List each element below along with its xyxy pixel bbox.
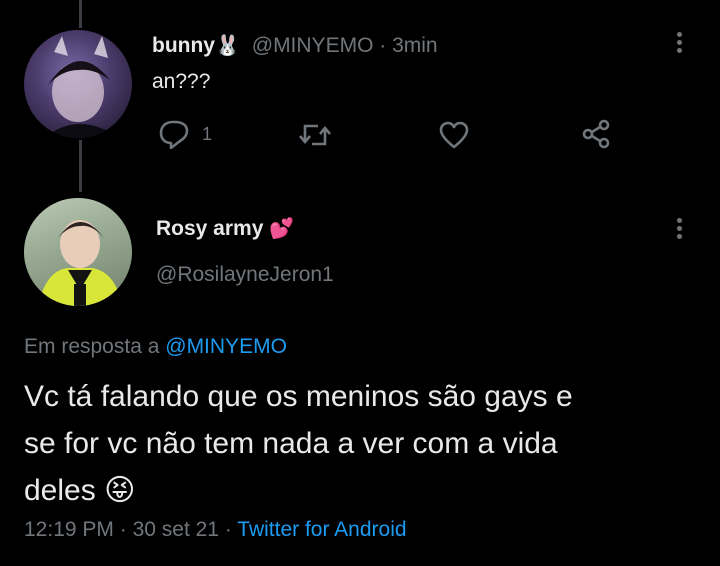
- separator-dot: ·: [119, 518, 127, 541]
- avatar[interactable]: [24, 30, 132, 138]
- thread-line-bottom: [79, 140, 82, 192]
- tweet-text-line: Vc tá falando que os meninos são gays e: [24, 380, 573, 413]
- user-handle[interactable]: @MINYEMO: [252, 34, 374, 57]
- tweet-metadata: 12:19 PM · 30 set 21 · Twitter for Andro…: [24, 518, 407, 542]
- retweet-icon: [298, 120, 332, 150]
- tweet-date[interactable]: 30 set 21: [133, 518, 219, 541]
- name-emoji: 💕: [269, 218, 295, 240]
- separator-dot: ·: [224, 518, 232, 541]
- avatar[interactable]: [24, 198, 132, 306]
- tweet-text-last-words: deles: [24, 474, 96, 507]
- avatar-image: [24, 198, 132, 306]
- avatar-image: [44, 36, 120, 138]
- tweet-text-line: deles 😝: [24, 467, 573, 514]
- main-tweet-name-row: Rosy army 💕: [156, 216, 294, 241]
- reply-count: 1: [202, 123, 213, 144]
- tweet-time[interactable]: 12:19 PM: [24, 518, 114, 541]
- reply-to-handle-link[interactable]: @MINYEMO: [165, 335, 287, 358]
- more-options-icon[interactable]: [677, 218, 683, 242]
- thread-line-top: [79, 0, 82, 28]
- like-button[interactable]: [438, 120, 470, 150]
- reply-button[interactable]: 1: [158, 119, 212, 149]
- display-name[interactable]: bunny: [152, 34, 215, 57]
- timestamp[interactable]: 3min: [392, 34, 438, 57]
- share-icon: [580, 118, 612, 150]
- reply-icon: [158, 119, 190, 149]
- tongue-emoji: 😝: [104, 474, 136, 507]
- tweet-text: an???: [152, 70, 211, 93]
- like-icon: [438, 120, 470, 150]
- user-handle[interactable]: @RosilayneJeron1: [156, 263, 334, 287]
- reply-tweet-header: bunny🐰 @MINYEMO · 3min: [152, 33, 438, 58]
- share-button[interactable]: [580, 118, 612, 150]
- name-emoji: 🐰: [215, 35, 240, 57]
- retweet-button[interactable]: [298, 120, 332, 150]
- display-name[interactable]: Rosy army: [156, 217, 263, 240]
- reply-context-label: Em resposta a: [24, 335, 160, 358]
- separator-dot: ·: [379, 34, 387, 57]
- more-options-icon[interactable]: [677, 32, 683, 56]
- tweet-source-link[interactable]: Twitter for Android: [237, 518, 406, 541]
- reply-context: Em resposta a @MINYEMO: [24, 335, 287, 359]
- tweet-text-line: se for vc não tem nada a ver com a vida: [24, 427, 558, 460]
- tweet-text: Vc tá falando que os meninos são gays e …: [24, 373, 573, 514]
